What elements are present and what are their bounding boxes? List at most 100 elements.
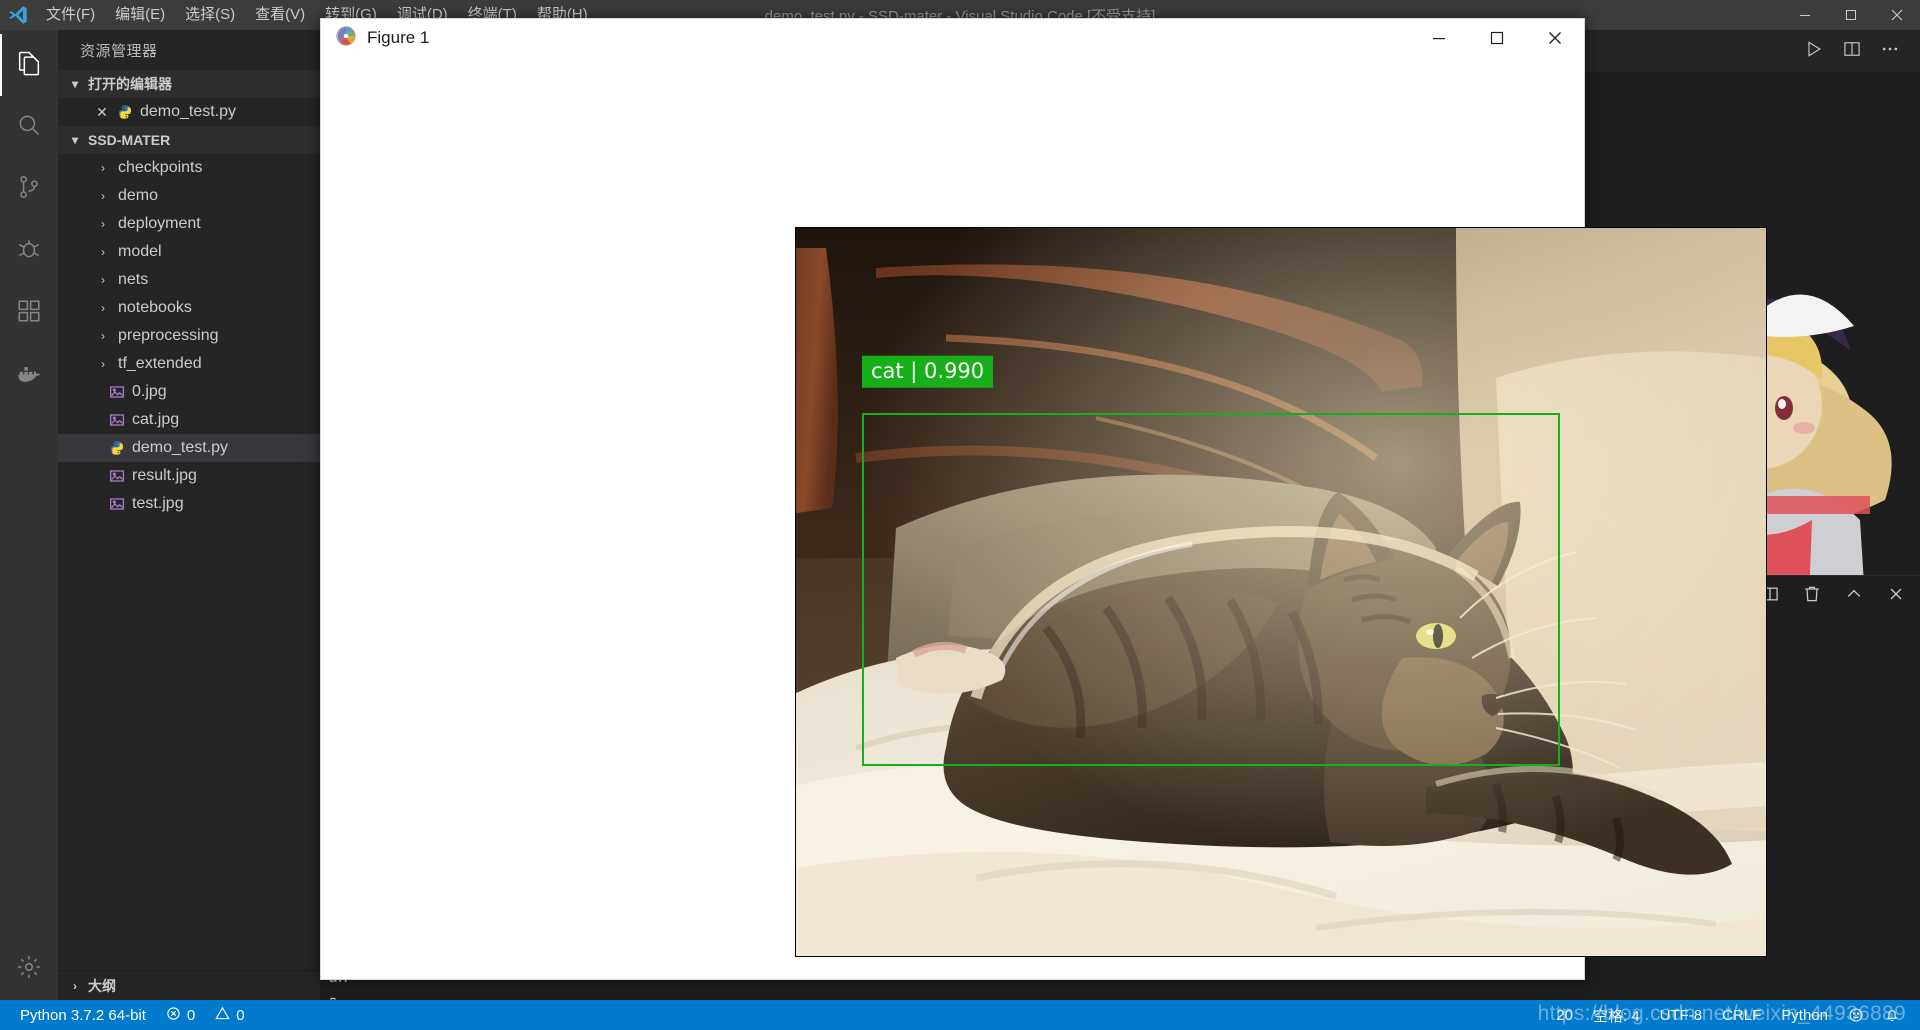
status-python-version[interactable]: Python 3.7.2 64-bit bbox=[10, 1000, 156, 1030]
chevron-right-icon: › bbox=[101, 273, 105, 287]
sidebar-file-test-jpg[interactable]: test.jpg bbox=[58, 490, 320, 518]
folder-label: tf_extended bbox=[118, 355, 202, 372]
chevron-right-icon: › bbox=[73, 978, 77, 993]
x-tick: 100 bbox=[978, 956, 1014, 957]
status-feedback-button[interactable] bbox=[1838, 1000, 1874, 1030]
status-language-mode[interactable]: Python bbox=[1771, 1000, 1838, 1030]
run-python-file-button[interactable] bbox=[1804, 39, 1824, 64]
minimize-button[interactable] bbox=[1782, 0, 1828, 30]
image-file-icon bbox=[108, 467, 126, 485]
figure-close-button[interactable] bbox=[1526, 19, 1584, 57]
sidebar-folder-checkpoints[interactable]: › checkpoints bbox=[58, 154, 320, 182]
figure-window-controls[interactable] bbox=[1410, 19, 1584, 57]
status-bar-left: Python 3.7.2 64-bit 0 0 bbox=[0, 1000, 255, 1030]
y-tick: 250 bbox=[796, 726, 797, 728]
activity-docker-button[interactable] bbox=[0, 344, 58, 406]
sidebar-folder-nets[interactable]: › nets bbox=[58, 266, 320, 294]
folder-label: model bbox=[118, 243, 162, 260]
file-label: cat.jpg bbox=[132, 411, 180, 428]
menu-file[interactable]: 文件(F) bbox=[36, 0, 105, 30]
y-tick: 0 bbox=[796, 228, 797, 229]
files-icon bbox=[15, 49, 43, 82]
open-editors-section[interactable]: ▾ 打开的编辑器 bbox=[58, 70, 320, 98]
activity-extensions-button[interactable] bbox=[0, 282, 58, 344]
x-tick: 200 bbox=[1178, 956, 1214, 957]
project-root-section[interactable]: ▾ SSD-MATER bbox=[58, 126, 320, 154]
warning-icon bbox=[215, 1006, 230, 1025]
sidebar-folder-preprocessing[interactable]: › preprocessing bbox=[58, 322, 320, 350]
status-notifications-button[interactable] bbox=[1874, 1000, 1910, 1030]
status-bar: Python 3.7.2 64-bit 0 0 20 空格: 4 UTF-8 C… bbox=[0, 1000, 1920, 1030]
kill-terminal-button[interactable] bbox=[1802, 584, 1822, 609]
y-tick: 100 bbox=[796, 427, 797, 429]
docker-icon bbox=[15, 359, 43, 392]
folder-label: checkpoints bbox=[118, 159, 203, 176]
source-control-icon bbox=[16, 174, 42, 205]
menu-selection[interactable]: 选择(S) bbox=[175, 0, 245, 30]
maximize-button[interactable] bbox=[1828, 0, 1874, 30]
image-file-icon bbox=[108, 411, 126, 429]
folder-label: nets bbox=[118, 271, 149, 288]
activity-debug-button[interactable] bbox=[0, 220, 58, 282]
file-label: test.jpg bbox=[132, 495, 184, 512]
status-eol[interactable]: CRLF bbox=[1712, 1000, 1771, 1030]
close-panel-button[interactable] bbox=[1886, 584, 1906, 609]
status-encoding[interactable]: UTF-8 bbox=[1650, 1000, 1713, 1030]
more-actions-button[interactable] bbox=[1880, 39, 1900, 64]
window-controls[interactable] bbox=[1782, 0, 1920, 30]
sidebar-folder-model[interactable]: › model bbox=[58, 238, 320, 266]
image-axes: 0 50 100 150 200 250 300 350 0 100 200 3… bbox=[795, 227, 1767, 957]
y-tick: 350 bbox=[796, 926, 797, 928]
chevron-right-icon: › bbox=[101, 217, 105, 231]
sidebar-file-0-jpg[interactable]: 0.jpg bbox=[58, 378, 320, 406]
debug-icon bbox=[16, 236, 42, 267]
activity-explorer-button[interactable] bbox=[0, 34, 58, 96]
open-editor-label: demo_test.py bbox=[140, 103, 237, 120]
outline-section[interactable]: › 大纲 bbox=[58, 970, 320, 1000]
project-root-label: SSD-MATER bbox=[88, 132, 171, 148]
sidebar-file-cat-jpg[interactable]: cat.jpg bbox=[58, 406, 320, 434]
menu-view[interactable]: 查看(V) bbox=[245, 0, 315, 30]
detection-image bbox=[796, 228, 1766, 956]
x-tick: 300 bbox=[1378, 956, 1414, 957]
status-line-col[interactable]: 20 bbox=[1546, 1000, 1583, 1030]
editor-actions[interactable] bbox=[1804, 30, 1920, 72]
status-indentation[interactable]: 空格: 4 bbox=[1583, 1000, 1650, 1030]
y-tick: 200 bbox=[796, 626, 797, 628]
activity-manage-button[interactable] bbox=[0, 938, 58, 1000]
close-button[interactable] bbox=[1874, 0, 1920, 30]
status-errors-count: 0 bbox=[186, 1006, 196, 1024]
image-file-icon bbox=[108, 383, 126, 401]
figure-minimize-button[interactable] bbox=[1410, 19, 1468, 57]
terminal-fragment: ▯ bbox=[328, 991, 360, 1000]
chevron-right-icon: › bbox=[101, 329, 105, 343]
sidebar-folder-deployment[interactable]: › deployment bbox=[58, 210, 320, 238]
explorer-title: 资源管理器 bbox=[80, 42, 158, 60]
folder-label: deployment bbox=[118, 215, 201, 232]
activity-search-button[interactable] bbox=[0, 96, 58, 158]
error-icon bbox=[166, 1006, 181, 1025]
open-editor-item-demo-test[interactable]: ✕ demo_test.py bbox=[58, 98, 320, 126]
split-editor-button[interactable] bbox=[1842, 39, 1862, 64]
menu-edit[interactable]: 编辑(E) bbox=[105, 0, 175, 30]
sidebar-file-demo-test-py[interactable]: demo_test.py bbox=[58, 434, 320, 462]
open-editors-label: 打开的编辑器 bbox=[88, 76, 172, 92]
chevron-down-icon: ▾ bbox=[71, 77, 79, 91]
sidebar-folder-demo[interactable]: › demo bbox=[58, 182, 320, 210]
activity-source-control-button[interactable] bbox=[0, 158, 58, 220]
search-icon bbox=[16, 112, 42, 143]
status-warnings-count: 0 bbox=[236, 1006, 245, 1024]
status-errors[interactable]: 0 0 bbox=[156, 1000, 255, 1030]
close-icon[interactable]: ✕ bbox=[94, 104, 110, 121]
figure-canvas[interactable]: 0 50 100 150 200 250 300 350 0 100 200 3… bbox=[321, 57, 1767, 979]
matplotlib-figure-window[interactable]: Figure 1 cat | 0.990 bbox=[320, 18, 1767, 980]
image-file-icon bbox=[108, 495, 126, 513]
sidebar-file-result-jpg[interactable]: result.jpg bbox=[58, 462, 320, 490]
folder-label: notebooks bbox=[118, 299, 192, 316]
sidebar-folder-notebooks[interactable]: › notebooks bbox=[58, 294, 320, 322]
y-tick: 50 bbox=[796, 327, 797, 329]
figure-maximize-button[interactable] bbox=[1468, 19, 1526, 57]
chevron-right-icon: › bbox=[101, 357, 105, 371]
sidebar-folder-tf-extended[interactable]: › tf_extended bbox=[58, 350, 320, 378]
maximize-panel-button[interactable] bbox=[1844, 584, 1864, 609]
